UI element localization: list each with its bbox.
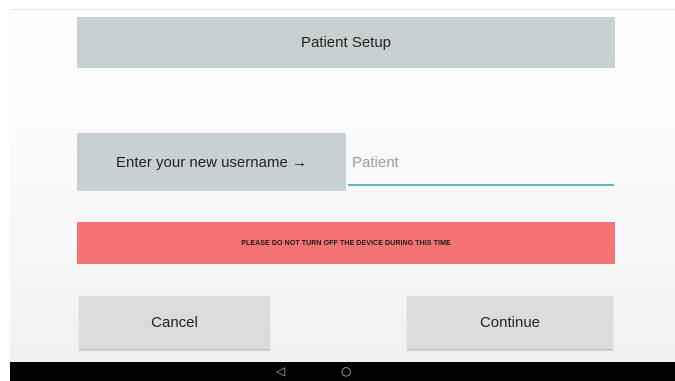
home-circle-icon[interactable]: ○ — [341, 364, 351, 379]
username-input[interactable] — [348, 140, 614, 186]
username-label: Enter your new username → — [77, 133, 346, 191]
page-title-text: Patient Setup — [300, 34, 392, 51]
page-title: Patient Setup — [77, 17, 615, 68]
continue-button-label: Continue — [479, 314, 541, 331]
cancel-button-label: Cancel — [151, 314, 198, 331]
username-label-text: Enter your new username → — [116, 153, 307, 171]
warning-text: PLEASE DO NOT TURN OFF THE DEVICE DURING… — [241, 239, 451, 247]
username-field-container — [348, 140, 614, 188]
cancel-button[interactable]: Cancel — [79, 296, 270, 350]
app-screen: Patient Setup Enter your new username → … — [10, 9, 675, 363]
warning-banner: PLEASE DO NOT TURN OFF THE DEVICE DURING… — [77, 222, 615, 264]
back-triangle-icon[interactable]: ◁ — [276, 364, 285, 379]
continue-button[interactable]: Continue — [407, 296, 613, 350]
system-navigation-bar: ◁ ○ — [10, 362, 675, 381]
